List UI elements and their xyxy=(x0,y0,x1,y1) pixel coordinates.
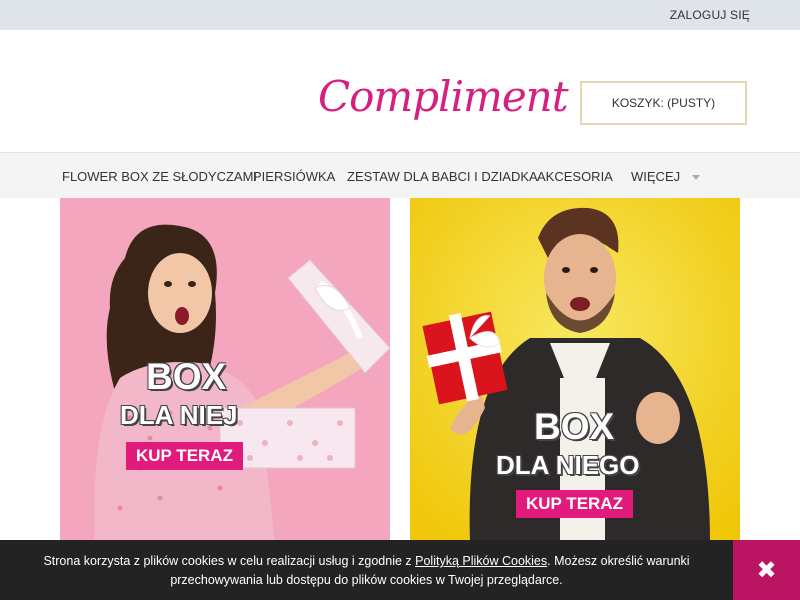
nav-item-more-label: WIĘCEJ xyxy=(631,169,681,184)
nav-item-akcesoria[interactable]: AKCESORIA xyxy=(537,169,613,184)
banner-for-her[interactable]: BOX DLA NIEJ KUP TERAZ xyxy=(60,198,390,543)
logo[interactable]: Compliment xyxy=(318,72,569,121)
banner-for-him-cta[interactable]: KUP TERAZ xyxy=(516,490,633,518)
banner-for-her-cta[interactable]: KUP TERAZ xyxy=(126,442,243,470)
banner-for-him[interactable]: BOX DLA NIEGO KUP TERAZ xyxy=(410,198,740,543)
main-nav: FLOWER BOX ZE SŁODYCZAMI PIERSIÓWKA ZEST… xyxy=(0,152,800,198)
close-icon: ✖ xyxy=(756,556,777,584)
top-bar: ZALOGUJ SIĘ xyxy=(0,0,800,30)
site-header: Compliment KOSZYK: (PUSTY) xyxy=(0,30,800,152)
cookie-text-before: Strona korzysta z plików cookies w celu … xyxy=(43,554,416,568)
banner-for-her-title: BOX xyxy=(146,356,227,397)
banner-for-her-subtitle: DLA NIEJ xyxy=(120,400,238,430)
logo-text: Compliment xyxy=(318,72,569,121)
cart-label: KOSZYK: (PUSTY) xyxy=(611,96,716,110)
nav-item-flower-box[interactable]: FLOWER BOX ZE SŁODYCZAMI xyxy=(62,169,257,184)
nav-item-piersiowka[interactable]: PIERSIÓWKA xyxy=(253,169,335,184)
banner-for-him-title: BOX xyxy=(534,406,615,447)
banner-for-him-subtitle: DLA NIEGO xyxy=(496,450,640,480)
cookie-policy-link[interactable]: Polityką Plików Cookies xyxy=(415,554,547,568)
login-link[interactable]: ZALOGUJ SIĘ xyxy=(670,8,750,22)
chevron-down-icon xyxy=(692,175,701,181)
cookie-bar: Strona korzysta z plików cookies w celu … xyxy=(0,540,800,600)
nav-item-more[interactable]: WIĘCEJ xyxy=(631,169,701,184)
cookie-close-button[interactable]: ✖ xyxy=(733,540,800,600)
nav-item-zestaw[interactable]: ZESTAW DLA BABCI I DZIADKA xyxy=(347,169,538,184)
cookie-message: Strona korzysta z plików cookies w celu … xyxy=(0,552,733,590)
cart-button[interactable]: KOSZYK: (PUSTY) xyxy=(580,81,747,125)
